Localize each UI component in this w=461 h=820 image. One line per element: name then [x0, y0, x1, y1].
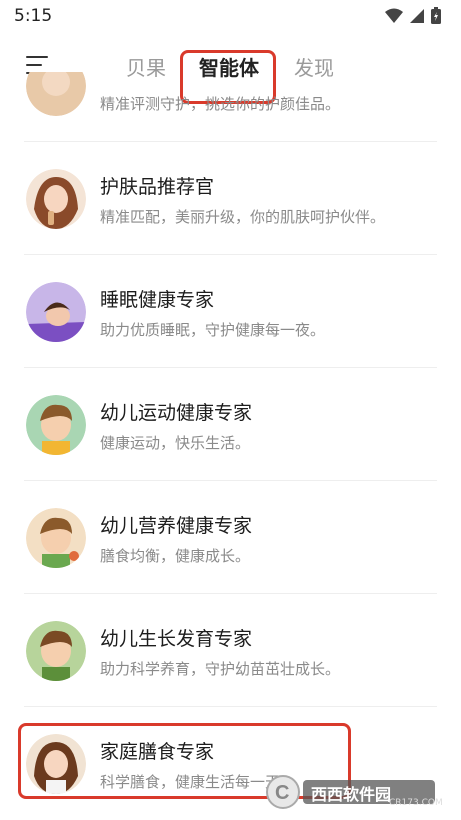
item-desc: 健康运动，快乐生活。 — [100, 434, 251, 452]
list-item-kids-nutrition[interactable]: 幼儿营养健康专家 膳食均衡，健康成长。 — [0, 481, 461, 594]
item-title: 幼儿运动健康专家 — [100, 402, 253, 424]
agent-avatar — [26, 621, 86, 681]
watermark-subtext: CR173.COM — [389, 798, 443, 808]
watermark-logo: C 西西软件园 CR173.COM — [261, 772, 443, 812]
list-item-partial[interactable]: 精准评测守护，挑选你的护颜佳品。 — [0, 72, 461, 142]
item-title: 护肤品推荐官 — [100, 176, 215, 198]
list-item-sleep[interactable]: 睡眠健康专家 助力优质睡眠，守护健康每一夜。 — [0, 255, 461, 368]
svg-text:C: C — [275, 782, 289, 804]
item-title: 睡眠健康专家 — [100, 289, 215, 311]
wifi-icon — [385, 8, 403, 23]
item-desc: 助力科学养育，守护幼苗茁壮成长。 — [100, 660, 341, 678]
item-title: 幼儿营养健康专家 — [100, 515, 253, 537]
list-item-kids-exercise[interactable]: 幼儿运动健康专家 健康运动，快乐生活。 — [0, 368, 461, 481]
agent-avatar — [26, 169, 86, 229]
agent-avatar — [26, 72, 86, 116]
agent-avatar — [26, 395, 86, 455]
agent-avatar — [26, 282, 86, 342]
status-icons — [385, 7, 441, 24]
item-desc: 助力优质睡眠，守护健康每一夜。 — [100, 321, 326, 339]
list-item-kids-growth[interactable]: 幼儿生长发育专家 助力科学养育，守护幼苗茁壮成长。 — [0, 594, 461, 707]
agent-avatar — [26, 508, 86, 568]
item-desc: 精准评测守护，挑选你的护颜佳品。 — [100, 95, 341, 113]
item-desc: 精准匹配，美丽升级，你的肌肤呵护伙伴。 — [100, 208, 386, 226]
item-title: 幼儿生长发育专家 — [100, 628, 253, 650]
battery-icon — [431, 7, 441, 24]
watermark-text: 西西软件园 — [311, 785, 392, 804]
list-item-skincare[interactable]: 护肤品推荐官 精准匹配，美丽升级，你的肌肤呵护伙伴。 — [0, 142, 461, 255]
signal-icon — [410, 8, 424, 23]
status-time: 5:15 — [14, 6, 53, 26]
status-bar: 5:15 — [0, 0, 461, 34]
item-desc: 膳食均衡，健康成长。 — [100, 547, 251, 565]
